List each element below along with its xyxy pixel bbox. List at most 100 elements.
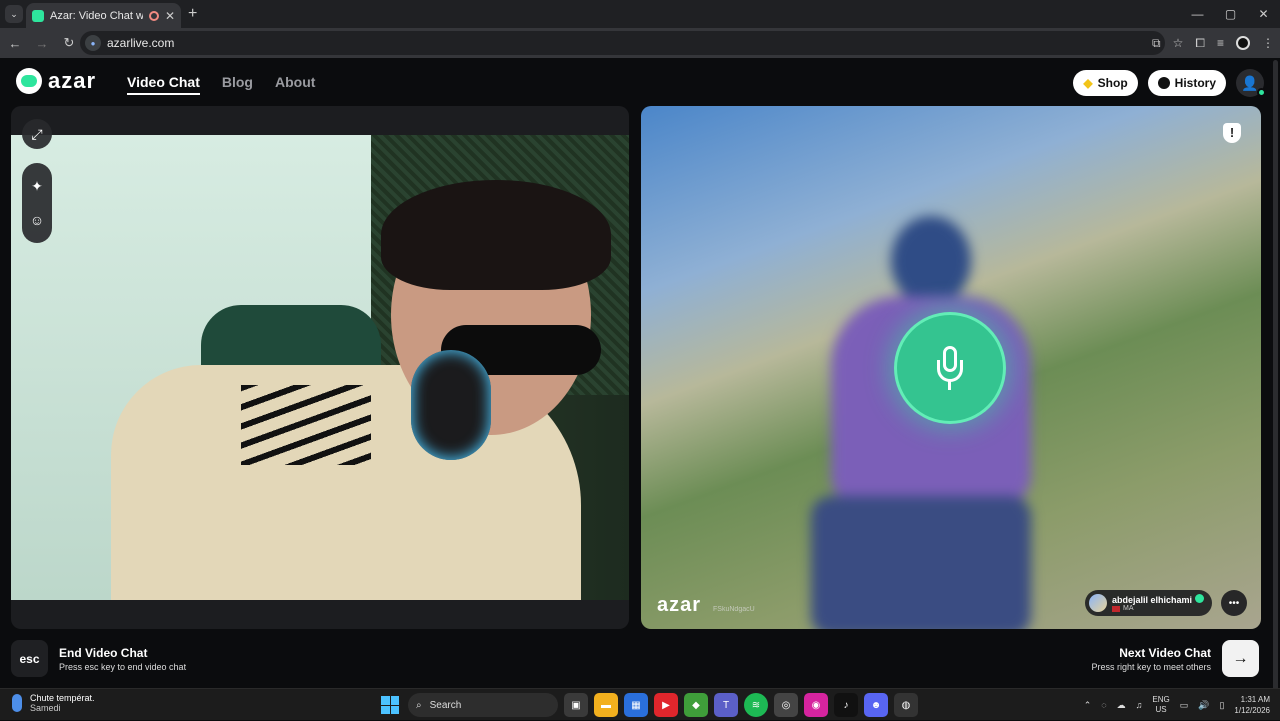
peer-profile-chip[interactable]: abdejalil elhichami MA bbox=[1085, 590, 1212, 616]
chat-bubble-icon: ••• bbox=[1228, 597, 1240, 609]
teams-icon[interactable]: T bbox=[714, 693, 738, 717]
discord-icon[interactable]: ☻ bbox=[864, 693, 888, 717]
store-icon[interactable]: ▦ bbox=[624, 693, 648, 717]
clock-time: 1:31 AM bbox=[1240, 695, 1270, 704]
verified-icon bbox=[1194, 594, 1204, 603]
weather-day: Samedi bbox=[30, 703, 61, 713]
azar-favicon bbox=[32, 9, 44, 22]
cam-person-hair bbox=[381, 180, 611, 290]
logo-text: azar bbox=[48, 68, 97, 93]
chrome-icon[interactable]: ◍ bbox=[894, 693, 918, 717]
toolbar-actions: ⧉ ☆ ⧠ ≡ ⋮ bbox=[1152, 28, 1274, 58]
new-tab-button[interactable]: + bbox=[188, 5, 197, 23]
file-explorer-icon[interactable]: ▬ bbox=[594, 693, 618, 717]
end-chat-button[interactable]: esc bbox=[11, 640, 48, 677]
system-tray: ⌃ ◌ ☁ ♫ ENG US ▭ 🔊 ▯ 1:31 AM 1/12/2026 bbox=[1084, 689, 1270, 721]
nav-blog[interactable]: Blog bbox=[222, 74, 253, 95]
main-nav: Video Chat Blog About bbox=[127, 74, 315, 95]
bookmark-star-icon[interactable]: ☆ bbox=[1173, 36, 1184, 50]
expand-button[interactable]: ⤢ bbox=[22, 119, 52, 149]
tiktok-icon[interactable]: ♪ bbox=[834, 693, 858, 717]
arrow-right-icon: → bbox=[1232, 649, 1249, 667]
taskbar-apps: ⌕ Search ▣ ▬ ▦ ▶ ◆ T ≋ ◎ ◉ ♪ ☻ ◍ bbox=[378, 693, 918, 717]
close-window-button[interactable]: ✕ bbox=[1247, 0, 1280, 28]
chevron-up-icon[interactable]: ⌃ bbox=[1084, 700, 1092, 711]
network-icon[interactable]: ▭ bbox=[1180, 700, 1189, 711]
address-bar[interactable]: ● azarlive.com bbox=[80, 31, 1165, 55]
spotify-icon[interactable]: ≋ bbox=[744, 693, 768, 717]
back-icon[interactable]: ← bbox=[3, 36, 27, 51]
morocco-flag-icon bbox=[1112, 605, 1120, 612]
my-video-panel: ⤢ ✦ ☺ bbox=[11, 106, 629, 629]
shop-button[interactable]: ◆ Shop bbox=[1073, 70, 1138, 96]
extensions-icon[interactable]: ⧠ bbox=[1195, 36, 1205, 51]
person-icon: 👤 bbox=[1241, 74, 1259, 91]
shop-label: Shop bbox=[1097, 76, 1128, 90]
sticker-icon[interactable]: ☺ bbox=[30, 212, 44, 228]
browser-tabbar: ⌄ Azar: Video Chat with New ✕ + — ▢ ✕ bbox=[0, 0, 1280, 28]
microphone-button[interactable] bbox=[894, 312, 1006, 424]
peer-name: abdejalil elhichami bbox=[1112, 595, 1193, 605]
next-chat-button[interactable]: → bbox=[1222, 640, 1259, 677]
nav-video-chat[interactable]: Video Chat bbox=[127, 74, 200, 95]
nav-about[interactable]: About bbox=[275, 74, 315, 95]
browser-toolbar: ← → ↻ ● azarlive.com ⧉ ☆ ⧠ ≡ ⋮ bbox=[0, 28, 1280, 58]
task-view-icon[interactable]: ▣ bbox=[564, 693, 588, 717]
online-badge bbox=[1257, 88, 1266, 97]
windows-start-icon[interactable] bbox=[378, 693, 402, 717]
next-chat-hint: Press right key to meet others bbox=[1091, 662, 1211, 672]
header-actions: ◆ Shop History 👤 bbox=[1073, 69, 1266, 97]
clock-date: 1/12/2026 bbox=[1234, 706, 1270, 715]
shield-icon[interactable]: ! bbox=[1223, 123, 1241, 143]
next-chat-title: Next Video Chat bbox=[1119, 646, 1211, 660]
taskbar-clock[interactable]: 1:31 AM 1/12/2026 bbox=[1234, 694, 1270, 716]
peer-country-row: MA bbox=[1112, 605, 1204, 612]
volume-icon[interactable]: 🔊 bbox=[1198, 700, 1209, 711]
url-text: azarlive.com bbox=[107, 36, 175, 50]
language-indicator[interactable]: ENG US bbox=[1152, 695, 1169, 715]
recording-icon bbox=[148, 10, 159, 21]
gem-icon: ◆ bbox=[1083, 76, 1093, 90]
bluestacks-icon[interactable]: ◆ bbox=[684, 693, 708, 717]
end-chat-title: End Video Chat bbox=[59, 646, 148, 660]
peer-avatar bbox=[1089, 594, 1107, 612]
onedrive-icon[interactable]: ☁ bbox=[1117, 700, 1126, 711]
battery-icon[interactable]: ▯ bbox=[1219, 700, 1224, 711]
app-icon[interactable]: ◎ bbox=[774, 693, 798, 717]
tab-search-button[interactable]: ⌄ bbox=[5, 5, 23, 23]
tab-close-icon[interactable]: ✕ bbox=[165, 9, 175, 23]
azar-logo[interactable]: azar bbox=[16, 68, 96, 94]
peer-legs bbox=[811, 496, 1031, 629]
forward-icon[interactable]: → bbox=[30, 36, 54, 51]
weather-widget[interactable]: Chute températ. Samedi bbox=[12, 693, 95, 713]
site-info-icon[interactable]: ● bbox=[85, 35, 101, 51]
instagram-icon[interactable]: ◉ bbox=[804, 693, 828, 717]
maximize-button[interactable]: ▢ bbox=[1214, 0, 1247, 28]
effects-toolbar: ✦ ☺ bbox=[22, 163, 52, 243]
user-avatar-icon[interactable]: 👤 bbox=[1236, 69, 1266, 97]
watermark-id: FSkuNdgacU bbox=[713, 606, 755, 613]
chat-button[interactable]: ••• bbox=[1221, 590, 1247, 616]
youtube-icon[interactable]: ▶ bbox=[654, 693, 678, 717]
profile-icon[interactable] bbox=[1236, 36, 1250, 50]
mic-tray-icon[interactable]: ♫ bbox=[1136, 700, 1143, 710]
browser-tab[interactable]: Azar: Video Chat with New ✕ bbox=[26, 3, 181, 28]
peer-country: MA bbox=[1123, 605, 1134, 612]
page-scrollbar[interactable] bbox=[1271, 58, 1280, 700]
install-app-icon[interactable]: ⧉ bbox=[1152, 36, 1161, 51]
expand-icon: ⤢ bbox=[31, 125, 43, 142]
minimize-button[interactable]: — bbox=[1181, 0, 1214, 28]
history-button[interactable]: History bbox=[1147, 70, 1226, 96]
taskbar-search[interactable]: ⌕ Search bbox=[408, 693, 558, 717]
end-chat-hint: Press esc key to end video chat bbox=[59, 662, 187, 672]
window-controls: — ▢ ✕ bbox=[1181, 0, 1280, 28]
whatsapp-icon[interactable]: ◌ bbox=[1101, 700, 1106, 710]
microphone-icon bbox=[937, 346, 963, 390]
menu-icon[interactable]: ⋮ bbox=[1262, 36, 1274, 50]
weather-text: Chute températ. bbox=[30, 693, 95, 703]
reload-icon[interactable]: ↻ bbox=[57, 35, 81, 51]
my-camera-feed bbox=[11, 135, 629, 600]
media-control-icon[interactable]: ≡ bbox=[1217, 36, 1224, 50]
sparkle-icon[interactable]: ✦ bbox=[31, 178, 43, 195]
cam-jersey-stripes bbox=[241, 385, 371, 465]
